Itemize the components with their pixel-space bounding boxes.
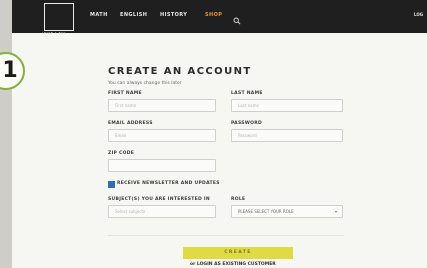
top-navigation: LEARN & BUY MATH ENGLISH HISTORY SHOP LO…	[12, 0, 427, 35]
screen: LEARN & BUY MATH ENGLISH HISTORY SHOP LO…	[12, 0, 427, 268]
chevron-down-icon: ▾	[334, 209, 337, 214]
callout-number: 1	[2, 58, 18, 83]
email-field[interactable]: Email	[108, 129, 216, 142]
page-subtitle: You can always change this later	[108, 81, 182, 86]
search-icon[interactable]	[233, 10, 241, 25]
site-logo[interactable]	[44, 3, 74, 31]
subjects-field[interactable]: Select subjects	[108, 205, 216, 218]
role-label: ROLE	[231, 197, 246, 202]
first-name-field[interactable]: First name	[108, 99, 216, 112]
create-button[interactable]: CREATE	[183, 247, 293, 259]
last-name-label: LAST NAME	[231, 91, 263, 96]
first-name-label: FIRST NAME	[108, 91, 142, 96]
login-link-nav[interactable]: LOG	[414, 12, 423, 17]
nav-item-english[interactable]: ENGLISH	[120, 12, 147, 18]
nav-item-math[interactable]: MATH	[90, 12, 108, 18]
role-select-value: PLEASE SELECT YOUR ROLE	[238, 209, 294, 214]
login-existing-link[interactable]: or LOGIN AS EXISTING CUSTOMER	[190, 262, 276, 267]
newsletter-checkbox[interactable]	[108, 181, 115, 188]
page-edge	[0, 0, 12, 268]
nav-item-shop[interactable]: SHOP	[205, 12, 222, 18]
password-label: PASSWORD	[231, 121, 263, 126]
zip-code-field[interactable]	[108, 159, 216, 172]
subjects-label: SUBJECT(S) YOU ARE INTERESTED IN	[108, 197, 210, 202]
logo-text: LEARN & BUY	[42, 31, 66, 35]
divider	[108, 235, 344, 236]
page-title: CREATE AN ACCOUNT	[108, 66, 252, 77]
zip-code-label: ZIP CODE	[108, 151, 135, 156]
email-label: EMAIL ADDRESS	[108, 121, 153, 126]
password-field[interactable]: Password	[231, 129, 343, 142]
newsletter-label[interactable]: RECEIVE NEWSLETTER AND UPDATES	[117, 181, 220, 186]
role-select[interactable]: PLEASE SELECT YOUR ROLE ▾	[231, 205, 343, 218]
nav-item-history[interactable]: HISTORY	[160, 12, 187, 18]
last-name-field[interactable]: Last name	[231, 99, 343, 112]
